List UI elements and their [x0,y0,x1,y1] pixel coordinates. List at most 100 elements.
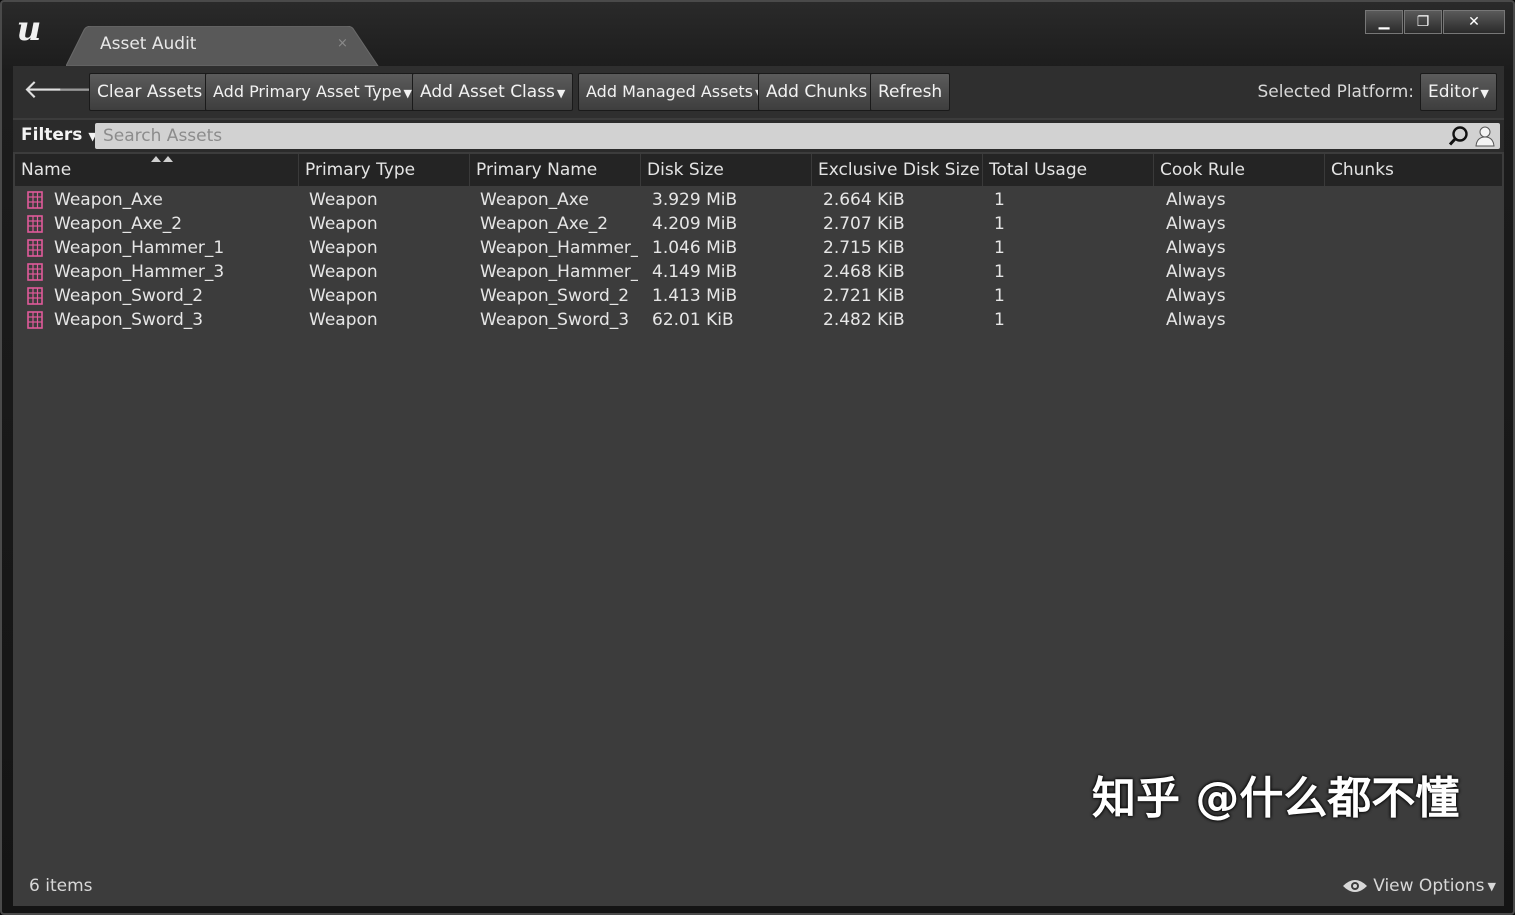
refresh-label: Refresh [878,82,943,102]
asset-list: Weapon_Axe Weapon Weapon_Axe 3.929 MiB 2… [15,188,1502,332]
eye-icon [1343,880,1368,892]
tab-close-icon[interactable]: × [337,36,348,51]
add-chunks-button[interactable]: Add Chunks [758,73,876,111]
search-icon[interactable] [1448,125,1470,147]
cell-total-usage: 1 [994,286,1005,306]
cell-exclusive-disk-size: 2.482 KiB [823,310,905,330]
view-options-button[interactable]: View Options ▼ [1342,876,1496,896]
clear-assets-button[interactable]: Clear Assets [89,73,211,111]
platform-value: Editor [1428,82,1479,102]
cell-cook-rule: Always [1166,214,1226,234]
cell-primary-type: Weapon [309,190,378,210]
cell-primary-name: Weapon_Axe_2 [480,214,609,234]
table-row[interactable]: Weapon_Axe_2 Weapon Weapon_Axe_2 4.209 M… [15,212,1502,236]
table-row[interactable]: Weapon_Sword_3 Weapon Weapon_Sword_3 62.… [15,308,1502,332]
data-asset-icon [27,191,43,209]
watermark-text: 知乎 @什么都不懂 [1092,773,1460,824]
cell-exclusive-disk-size: 2.664 KiB [823,190,905,210]
add-primary-asset-type-button[interactable]: Add Primary Asset Type ▼ [205,73,421,111]
maximize-button[interactable]: ❐ [1404,10,1442,34]
view-options-label: View Options [1373,876,1485,896]
cell-cook-rule: Always [1166,238,1226,258]
cell-disk-size: 1.413 MiB [652,286,738,306]
clear-assets-label: Clear Assets [97,82,203,102]
cell-exclusive-disk-size: 2.715 KiB [823,238,905,258]
cell-disk-size: 3.929 MiB [652,190,738,210]
sort-ascending-icon [151,156,173,162]
cell-primary-type: Weapon [309,286,378,306]
tab-asset-audit[interactable]: Asset Audit × [66,26,380,66]
selected-platform-label: Selected Platform: [1257,82,1414,102]
chevron-down-icon: ▼ [1487,879,1496,893]
cell-primary-type: Weapon [309,310,378,330]
column-header-total-usage[interactable]: Total Usage [983,154,1154,186]
editor-window: u Asset Audit × ▁ ❐ ✕ 🡐 🡒 Clear Assets A… [0,0,1515,915]
cell-cook-rule: Always [1166,190,1226,210]
minimize-button[interactable]: ▁ [1365,10,1403,34]
cell-disk-size: 1.046 MiB [652,238,738,258]
unreal-logo-icon[interactable]: u [10,10,48,48]
cell-total-usage: 1 [994,262,1005,282]
filter-bar: Filters ▼ [13,120,1504,152]
person-icon[interactable] [1474,125,1496,147]
data-asset-icon [27,311,43,329]
table-row[interactable]: Weapon_Hammer_3 Weapon Weapon_Hammer_3 4… [15,260,1502,284]
add-asset-class-button[interactable]: Add Asset Class ▼ [412,73,574,111]
refresh-button[interactable]: Refresh [870,73,951,111]
add-chunks-label: Add Chunks [766,82,868,102]
cell-primary-name: Weapon_Hammer_3 [480,262,638,282]
cell-primary-type: Weapon [309,262,378,282]
column-header-disk-size[interactable]: Disk Size [641,154,812,186]
column-header-primary-name[interactable]: Primary Name [470,154,641,186]
column-header-cook-rule[interactable]: Cook Rule [1154,154,1325,186]
cell-exclusive-disk-size: 2.721 KiB [823,286,905,306]
column-header-exclusive-disk-size[interactable]: Exclusive Disk Size [812,154,983,186]
cell-cook-rule: Always [1166,310,1226,330]
cell-name: Weapon_Sword_2 [54,286,204,306]
filters-label: Filters [21,125,83,145]
cell-exclusive-disk-size: 2.707 KiB [823,214,905,234]
cell-disk-size: 62.01 KiB [652,310,734,330]
cell-primary-type: Weapon [309,238,378,258]
window-controls: ▁ ❐ ✕ [1364,10,1505,34]
cell-primary-name: Weapon_Sword_3 [480,310,630,330]
cell-disk-size: 4.209 MiB [652,214,738,234]
cell-name: Weapon_Hammer_3 [54,262,225,282]
cell-primary-type: Weapon [309,214,378,234]
cell-total-usage: 1 [994,310,1005,330]
cell-name: Weapon_Sword_3 [54,310,204,330]
data-asset-icon [27,239,43,257]
item-count: 6 items [29,876,93,896]
column-header-primary-type[interactable]: Primary Type [299,154,470,186]
cell-cook-rule: Always [1166,286,1226,306]
cell-name: Weapon_Axe [54,190,163,210]
toolbar: 🡐 🡒 Clear Assets Add Primary Asset Type▼… [13,66,1504,118]
add-managed-assets-label: Add Managed Assets [586,82,753,101]
cell-cook-rule: Always [1166,262,1226,282]
table-header: Name Primary Type Primary Name Disk Size… [15,154,1502,186]
add-managed-assets-button[interactable]: Add Managed Assets▼ [578,73,772,111]
close-button[interactable]: ✕ [1443,10,1505,34]
chevron-down-icon: ▼ [403,87,413,100]
data-asset-icon [27,215,43,233]
chevron-down-icon: ▼ [556,87,566,100]
table-row[interactable]: Weapon_Axe Weapon Weapon_Axe 3.929 MiB 2… [15,188,1502,212]
filters-dropdown[interactable]: Filters ▼ [21,125,97,145]
add-asset-class-label: Add Asset Class [420,82,555,102]
table-row[interactable]: Weapon_Hammer_1 Weapon Weapon_Hammer_1 1… [15,236,1502,260]
table-row[interactable]: Weapon_Sword_2 Weapon Weapon_Sword_2 1.4… [15,284,1502,308]
cell-exclusive-disk-size: 2.468 KiB [823,262,905,282]
cell-name: Weapon_Hammer_1 [54,238,225,258]
chevron-down-icon: ▼ [1480,87,1489,100]
cell-total-usage: 1 [994,190,1005,210]
platform-dropdown[interactable]: Editor ▼ [1420,73,1497,111]
cell-primary-name: Weapon_Axe [480,190,589,210]
data-asset-icon [27,287,43,305]
search-input[interactable] [95,123,1451,149]
cell-disk-size: 4.149 MiB [652,262,738,282]
data-asset-icon [27,263,43,281]
column-header-chunks[interactable]: Chunks [1325,154,1502,186]
cell-name: Weapon_Axe_2 [54,214,183,234]
cell-primary-name: Weapon_Hammer_1 [480,238,638,258]
search-box [95,123,1500,149]
